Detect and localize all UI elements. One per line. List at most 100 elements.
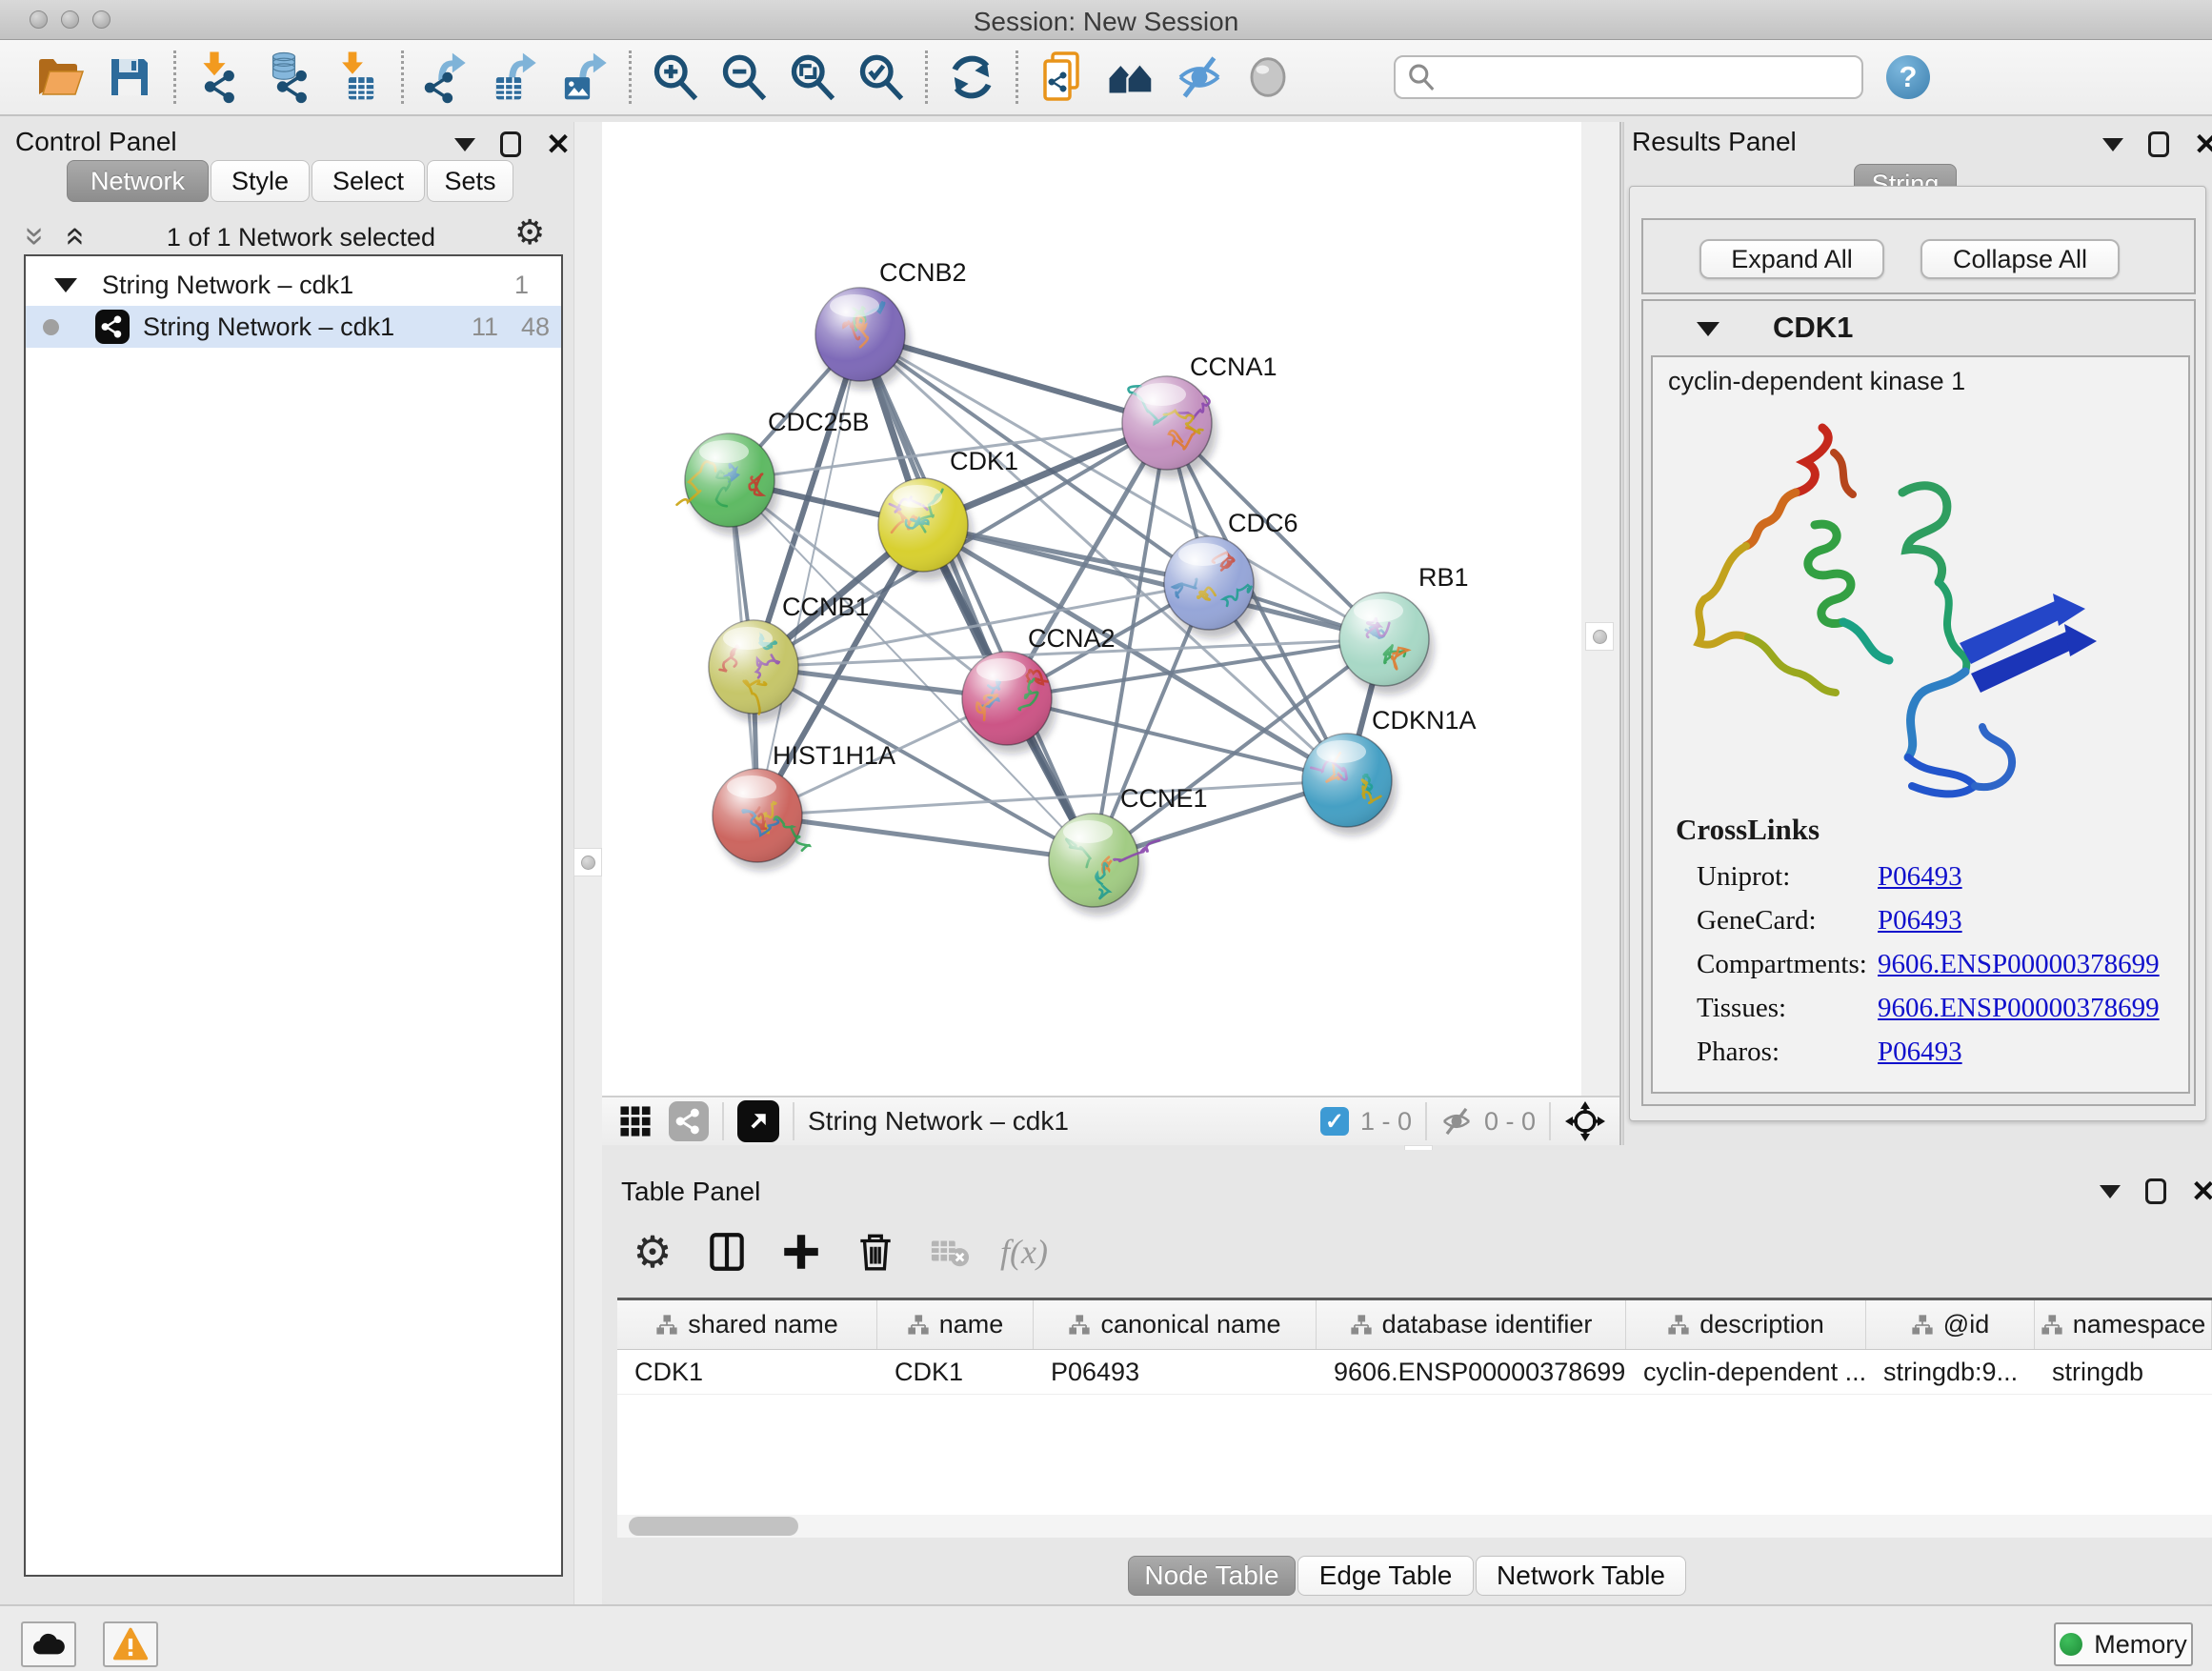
network-node-HIST1H1A[interactable]: HIST1H1A bbox=[713, 741, 895, 871]
birdseye-crosshair-icon[interactable] bbox=[1564, 1100, 1606, 1142]
network-overview-icon[interactable] bbox=[669, 1101, 709, 1141]
network-node-CCNA1[interactable]: CCNA1 bbox=[1122, 352, 1277, 478]
left-splitter[interactable] bbox=[573, 122, 602, 1604]
export-image-icon[interactable] bbox=[551, 45, 619, 110]
network-node-CDC6[interactable]: CDC6 bbox=[1164, 509, 1298, 638]
collapse-all-button[interactable]: Collapse All bbox=[1920, 239, 2120, 279]
import-network-from-database-icon[interactable] bbox=[254, 45, 323, 110]
delete-column-icon[interactable] bbox=[846, 1222, 905, 1281]
clear-table-icon[interactable] bbox=[920, 1222, 979, 1281]
save-session-icon[interactable] bbox=[95, 45, 164, 110]
network-node-CDC25B[interactable]: CDC25B bbox=[677, 408, 870, 535]
splitter-handle[interactable] bbox=[1585, 622, 1614, 651]
crosslink-genecard-link[interactable]: P06493 bbox=[1878, 905, 1962, 936]
network-node-RB1[interactable]: RB1 bbox=[1339, 563, 1469, 695]
detach-view-icon[interactable] bbox=[737, 1100, 779, 1142]
zoom-selected-icon[interactable] bbox=[847, 45, 915, 110]
network-options-gear-icon[interactable]: ⚙ bbox=[514, 215, 545, 250]
node-label: CCNB1 bbox=[782, 593, 870, 621]
collapse-triangle-icon[interactable] bbox=[1697, 322, 1719, 336]
tab-style[interactable]: Style bbox=[211, 160, 310, 202]
zoom-fit-icon[interactable] bbox=[778, 45, 847, 110]
import-table-from-file-icon[interactable] bbox=[323, 45, 392, 110]
grid-view-icon[interactable] bbox=[610, 1092, 661, 1151]
crosslink-uniprot-link[interactable]: P06493 bbox=[1878, 861, 1962, 893]
memory-button[interactable]: Memory bbox=[2054, 1622, 2193, 1666]
cloud-icon[interactable] bbox=[21, 1621, 76, 1667]
column-header-id[interactable]: @id bbox=[1866, 1300, 2035, 1349]
node-label: CDK1 bbox=[950, 447, 1018, 475]
network-row-selected[interactable]: String Network – cdk1 11 48 bbox=[26, 306, 561, 348]
results-panel: Results Panel ✕ String Expand All Collap… bbox=[1626, 122, 2212, 1127]
tab-network[interactable]: Network bbox=[67, 160, 209, 202]
panel-menu-icon[interactable] bbox=[2102, 138, 2123, 151]
column-header-canonical-name[interactable]: canonical name bbox=[1034, 1300, 1317, 1349]
table-row[interactable]: CDK1 CDK1 P06493 9606.ENSP00000378699 cy… bbox=[617, 1350, 2212, 1395]
column-header-shared-name[interactable]: shared name bbox=[617, 1300, 877, 1349]
column-header-name[interactable]: name bbox=[877, 1300, 1034, 1349]
table-settings-gear-icon[interactable]: ⚙ bbox=[623, 1222, 682, 1281]
network-node-CCNB2[interactable]: CCNB2 bbox=[815, 258, 967, 390]
cell-canonical-name: P06493 bbox=[1034, 1350, 1317, 1394]
panel-float-icon[interactable] bbox=[2148, 131, 2169, 157]
crosslink-tissues-link[interactable]: 9606.ENSP00000378699 bbox=[1878, 993, 2160, 1024]
column-header-description[interactable]: description bbox=[1626, 1300, 1866, 1349]
splitter-handle[interactable] bbox=[573, 848, 602, 876]
panel-float-icon[interactable] bbox=[500, 131, 521, 157]
node-label: CDC6 bbox=[1228, 509, 1298, 537]
network-view-toolbar: String Network – cdk1 ✓ 1 - 0 0 - 0 bbox=[602, 1096, 1619, 1145]
crosslink-compartments-link[interactable]: 9606.ENSP00000378699 bbox=[1878, 949, 2160, 980]
network-collection-row[interactable]: String Network – cdk1 1 bbox=[26, 264, 561, 306]
show-all-views-icon[interactable] bbox=[1096, 45, 1165, 110]
collapse-triangle-icon[interactable] bbox=[54, 278, 77, 292]
function-builder-icon[interactable]: f(x) bbox=[995, 1222, 1054, 1281]
panel-float-icon[interactable] bbox=[2145, 1178, 2166, 1204]
show-graphics-details-icon[interactable] bbox=[1234, 45, 1302, 110]
hidden-eye-icon[interactable] bbox=[1440, 1105, 1473, 1137]
import-network-from-file-icon[interactable] bbox=[186, 45, 254, 110]
selected-checkbox-icon[interactable]: ✓ bbox=[1320, 1107, 1349, 1136]
column-header-database-identifier[interactable]: database identifier bbox=[1317, 1300, 1626, 1349]
node-highlight bbox=[830, 294, 879, 317]
table-horizontal-scrollbar[interactable] bbox=[617, 1515, 2212, 1538]
table-panel-window-buttons: ✕ bbox=[2100, 1177, 2212, 1206]
search-field[interactable] bbox=[1436, 63, 1845, 92]
titlebar: Session: New Session bbox=[0, 0, 2212, 40]
help-icon[interactable]: ? bbox=[1886, 55, 1930, 99]
network-node-CDKN1A[interactable]: CDKN1A bbox=[1302, 706, 1477, 836]
cell-id: stringdb:9... bbox=[1866, 1350, 2035, 1394]
right-splitter[interactable] bbox=[1581, 122, 1619, 1145]
panel-divider bbox=[1619, 122, 1624, 1145]
protein-structure-image bbox=[1672, 413, 2120, 824]
show-columns-icon[interactable] bbox=[697, 1222, 756, 1281]
panel-close-icon[interactable]: ✕ bbox=[2194, 130, 2212, 159]
search-input[interactable] bbox=[1394, 55, 1863, 99]
warning-icon[interactable] bbox=[103, 1621, 158, 1667]
add-column-icon[interactable] bbox=[772, 1222, 831, 1281]
scrollbar-thumb[interactable] bbox=[629, 1517, 798, 1536]
panel-menu-icon[interactable] bbox=[454, 138, 475, 151]
expand-all-button[interactable]: Expand All bbox=[1699, 239, 1884, 279]
clone-network-icon[interactable] bbox=[1028, 45, 1096, 110]
hide-graphics-details-icon[interactable] bbox=[1165, 45, 1234, 110]
toolbar-separator bbox=[722, 1102, 724, 1140]
panel-close-icon[interactable]: ✕ bbox=[2191, 1177, 2212, 1206]
export-network-icon[interactable] bbox=[413, 45, 482, 110]
network-canvas[interactable]: CCNB2CCNA1CDC25BCDK1CDC6RB1CCNB1CCNA2CDK… bbox=[602, 122, 1581, 1096]
refresh-icon[interactable] bbox=[937, 45, 1006, 110]
zoom-out-icon[interactable] bbox=[710, 45, 778, 110]
tab-select[interactable]: Select bbox=[312, 160, 425, 202]
network-node-CCNE1[interactable]: CCNE1 bbox=[1049, 784, 1208, 916]
tab-node-table[interactable]: Node Table bbox=[1128, 1556, 1296, 1596]
tab-network-table[interactable]: Network Table bbox=[1476, 1556, 1686, 1596]
network-node-CDK1[interactable]: CDK1 bbox=[878, 447, 1018, 580]
panel-close-icon[interactable]: ✕ bbox=[546, 130, 571, 159]
open-session-icon[interactable] bbox=[27, 45, 95, 110]
zoom-in-icon[interactable] bbox=[641, 45, 710, 110]
crosslink-pharos-link[interactable]: P06493 bbox=[1878, 1037, 1962, 1068]
panel-menu-icon[interactable] bbox=[2100, 1185, 2121, 1198]
export-table-icon[interactable] bbox=[482, 45, 551, 110]
tab-sets[interactable]: Sets bbox=[427, 160, 513, 202]
tab-edge-table[interactable]: Edge Table bbox=[1297, 1556, 1474, 1596]
column-header-namespace[interactable]: namespace bbox=[2035, 1300, 2212, 1349]
